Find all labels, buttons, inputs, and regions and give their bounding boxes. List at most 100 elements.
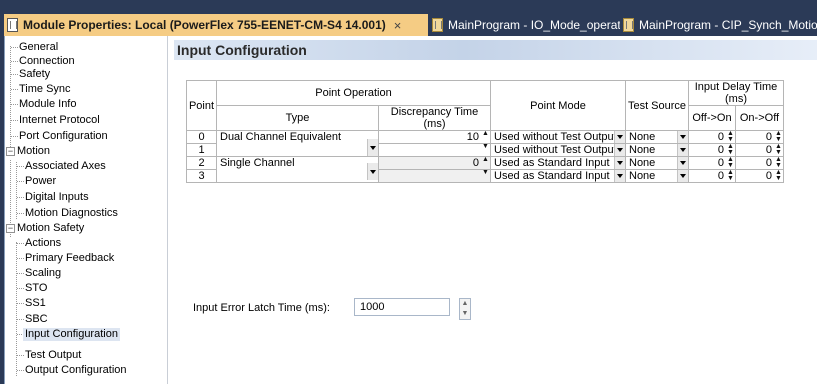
spin-up-icon[interactable]: ▲ (481, 130, 490, 143)
dropdown-arrow-icon[interactable] (614, 170, 625, 182)
spinner-arrows-icon[interactable]: ▲ ▼ (726, 169, 735, 182)
off-on-spinner[interactable]: 0 ▲ ▼ (688, 169, 736, 183)
discrepancy-time-spinner[interactable]: ▼ (378, 143, 491, 157)
point-mode-value: Used without Test Output (494, 131, 617, 143)
collapse-motion-icon[interactable]: − (6, 147, 15, 156)
input-error-latch-time-label: Input Error Latch Time (ms): (193, 302, 330, 314)
discrepancy-time-spinner[interactable]: 10 ▲ (378, 130, 491, 144)
col-point-mode: Point Mode (490, 80, 626, 131)
on-off-value: 0 (765, 157, 772, 169)
off-on-spinner[interactable]: 0 ▲ ▼ (688, 130, 736, 144)
spin-up-icon[interactable]: ▲ (481, 156, 490, 169)
point-cell: 3 (186, 169, 217, 183)
tree-item-digital-inputs[interactable]: Digital Inputs (25, 191, 89, 204)
tree-item-ss1[interactable]: SS1 (25, 297, 46, 310)
on-off-spinner[interactable]: 0 ▲ ▼ (735, 156, 784, 170)
on-off-value: 0 (765, 131, 772, 143)
tree-item-safety[interactable]: Safety (19, 68, 50, 81)
off-on-value: 0 (717, 144, 724, 156)
input-configuration-pane: Input Configuration Point Point Operatio… (174, 36, 817, 384)
type-dropdown[interactable]: Dual Channel Equivalent (216, 130, 379, 157)
test-source-dropdown[interactable]: None (625, 156, 689, 170)
on-off-value: 0 (765, 144, 772, 156)
type-value: Single Channel (220, 157, 295, 169)
dropdown-arrow-icon[interactable] (367, 163, 378, 180)
off-on-value: 0 (717, 131, 724, 143)
on-off-spinner[interactable]: 0 ▲ ▼ (735, 169, 784, 183)
point-mode-dropdown[interactable]: Used as Standard Input (490, 169, 626, 183)
module-properties-icon (7, 18, 18, 32)
tree-item-input-configuration[interactable]: Input Configuration (23, 328, 120, 341)
tree-item-primary-feedback[interactable]: Primary Feedback (25, 252, 114, 265)
tree-item-test-output[interactable]: Test Output (25, 349, 81, 362)
test-source-dropdown[interactable]: None (625, 169, 689, 183)
spinner-arrows-icon[interactable]: ▲ ▼ (726, 143, 735, 156)
discrepancy-time-value: 10 (466, 131, 479, 143)
on-off-spinner[interactable]: 0 ▲ ▼ (735, 130, 784, 144)
on-off-value: 0 (765, 170, 772, 182)
table-row: 2 Single Channel 0 ▲ Used as Standard In… (186, 156, 784, 183)
spinner-arrows-icon[interactable]: ▲ ▼ (726, 156, 735, 169)
point-mode-dropdown[interactable]: Used without Test Output (490, 143, 626, 157)
dropdown-arrow-icon[interactable] (677, 157, 688, 169)
tree-item-port-configuration[interactable]: Port Configuration (19, 130, 108, 143)
tree-item-sto[interactable]: STO (25, 282, 47, 295)
tree-item-actions[interactable]: Actions (25, 237, 61, 250)
dropdown-arrow-icon[interactable] (614, 157, 625, 169)
point-mode-dropdown[interactable]: Used as Standard Input (490, 156, 626, 170)
dropdown-arrow-icon[interactable] (614, 131, 625, 143)
tree-item-sbc[interactable]: SBC (25, 313, 48, 326)
routine-icon (623, 18, 634, 32)
input-error-latch-time-field[interactable] (354, 298, 450, 316)
tree-item-connection[interactable]: Connection (19, 55, 75, 68)
tree-item-time-sync[interactable]: Time Sync (19, 83, 71, 96)
point-mode-value: Used as Standard Input (494, 170, 610, 182)
spinner-arrows-icon[interactable]: ▲ ▼ (774, 169, 783, 182)
tree-item-associated-axes[interactable]: Associated Axes (25, 160, 106, 173)
col-point: Point (186, 80, 217, 131)
spinner-arrows-icon[interactable]: ▲ ▼ (726, 130, 735, 143)
point-mode-dropdown[interactable]: Used without Test Output (490, 130, 626, 144)
spinner-arrows-icon[interactable]: ▲ ▼ (774, 156, 783, 169)
tree-item-general[interactable]: General (19, 41, 58, 54)
tree-item-power[interactable]: Power (25, 175, 56, 188)
dropdown-arrow-icon[interactable] (677, 131, 688, 143)
tree-item-output-configuration[interactable]: Output Configuration (25, 364, 127, 377)
tree-item-internet-protocol[interactable]: Internet Protocol (19, 114, 100, 127)
dropdown-arrow-icon[interactable] (677, 144, 688, 156)
spin-up-icon[interactable]: ▲ (460, 299, 470, 309)
spin-down-icon[interactable]: ▼ (460, 309, 470, 319)
spin-down-icon[interactable]: ▼ (481, 169, 490, 182)
spinner-arrows-icon[interactable]: ▲ ▼ (774, 143, 783, 156)
test-source-dropdown[interactable]: None (625, 143, 689, 157)
type-value: Dual Channel Equivalent (220, 131, 342, 143)
point-mode-value: Used as Standard Input (494, 157, 610, 169)
collapse-motion-safety-icon[interactable]: − (6, 224, 15, 233)
on-off-spinner[interactable]: 0 ▲ ▼ (735, 143, 784, 157)
tree-item-motion[interactable]: Motion (17, 145, 50, 158)
latch-time-spinner[interactable]: ▲ ▼ (459, 298, 471, 320)
tree-item-module-info[interactable]: Module Info (19, 98, 76, 111)
tab-module-properties[interactable]: Module Properties: Local (PowerFlex 755-… (4, 14, 428, 36)
tree-item-scaling[interactable]: Scaling (25, 267, 61, 280)
spin-down-icon[interactable]: ▼ (481, 143, 490, 156)
point-cell: 1 (186, 143, 217, 157)
discrepancy-time-spinner[interactable]: ▼ (378, 169, 491, 183)
tree-item-motion-diagnostics[interactable]: Motion Diagnostics (25, 207, 118, 220)
test-source-dropdown[interactable]: None (625, 130, 689, 144)
col-discrepancy-time: Discrepancy Time (ms) (378, 105, 491, 131)
off-on-spinner[interactable]: 0 ▲ ▼ (688, 143, 736, 157)
tab-io-mode-operation[interactable]: MainProgram - IO_Mode_operation (432, 14, 620, 36)
tab-cip-synch-motion[interactable]: MainProgram - CIP_Synch_Motion_c (623, 14, 817, 36)
type-dropdown[interactable]: Single Channel (216, 156, 379, 183)
document-tab-strip: Module Properties: Local (PowerFlex 755-… (0, 0, 817, 36)
tree-item-motion-safety[interactable]: Motion Safety (17, 222, 84, 235)
dropdown-arrow-icon[interactable] (677, 170, 688, 182)
dropdown-arrow-icon[interactable] (614, 144, 625, 156)
close-icon[interactable]: × (394, 18, 402, 33)
spinner-arrows-icon[interactable]: ▲ ▼ (774, 130, 783, 143)
dropdown-arrow-icon[interactable] (367, 139, 378, 156)
col-test-source: Test Source (625, 80, 689, 131)
discrepancy-time-spinner[interactable]: 0 ▲ (378, 156, 491, 170)
off-on-spinner[interactable]: 0 ▲ ▼ (688, 156, 736, 170)
